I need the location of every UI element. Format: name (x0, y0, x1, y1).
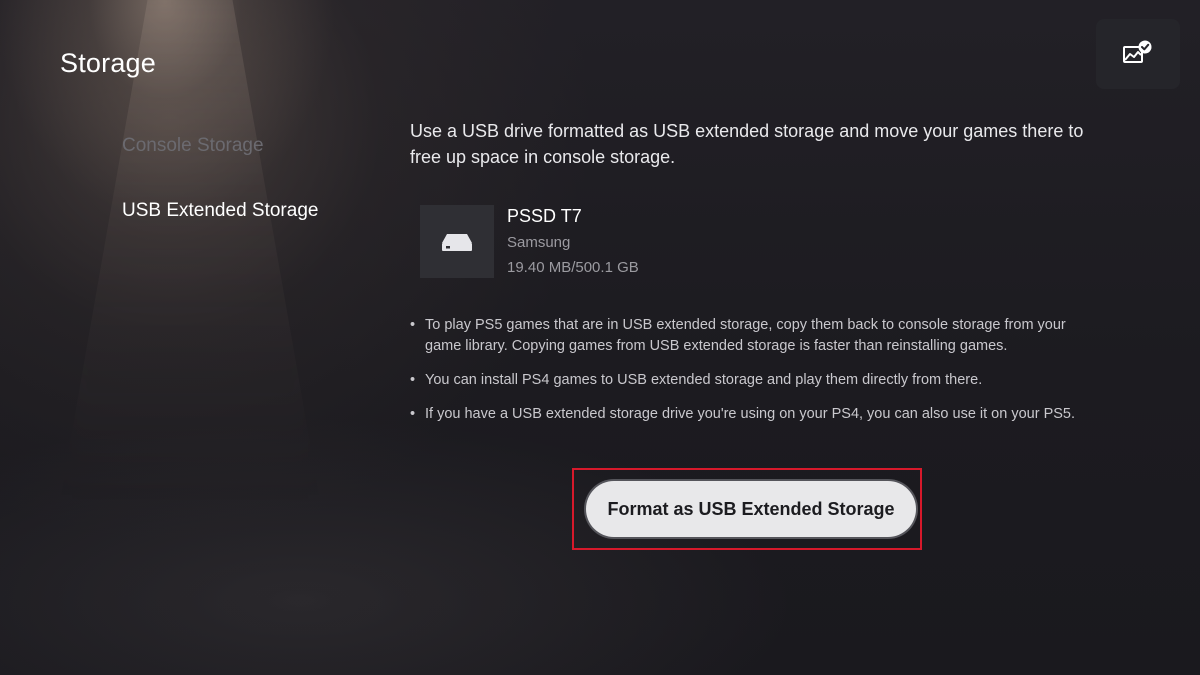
bullet-icon: • (410, 317, 416, 333)
list-item: • To play PS5 games that are in USB exte… (410, 315, 1090, 357)
gallery-check-icon (1123, 40, 1152, 63)
note-text: If you have a USB extended storage drive… (425, 406, 1076, 422)
note-text: You can install PS4 games to USB extende… (425, 372, 983, 388)
page-title: Storage (60, 48, 156, 78)
nav-item-usb-extended-storage[interactable]: USB Extended Storage (122, 198, 318, 224)
nav-item-console-storage[interactable]: Console Storage (122, 133, 318, 159)
drive-name: PSSD T7 (507, 206, 582, 226)
bullet-icon: • (410, 372, 416, 388)
list-item: • You can install PS4 games to USB exten… (410, 370, 1090, 391)
intro-text: Use a USB drive formatted as USB extende… (410, 121, 1084, 167)
storage-screen: Storage Console Storage USB Extended Sto… (0, 0, 1200, 675)
capture-status-button[interactable] (1096, 19, 1180, 89)
drive-usage: 19.40 MB/500.1 GB (507, 259, 639, 276)
format-usb-extended-storage-button[interactable]: Format as USB Extended Storage (588, 483, 914, 535)
drive-manufacturer: Samsung (507, 234, 571, 251)
drive-tile (420, 205, 494, 278)
external-drive-icon (442, 233, 472, 251)
storage-nav: Console Storage USB Extended Storage (122, 133, 318, 224)
info-notes: • To play PS5 games that are in USB exte… (410, 315, 1090, 438)
bullet-icon: • (410, 406, 416, 422)
note-text: To play PS5 games that are in USB extend… (425, 317, 1066, 354)
list-item: • If you have a USB extended storage dri… (410, 404, 1090, 425)
